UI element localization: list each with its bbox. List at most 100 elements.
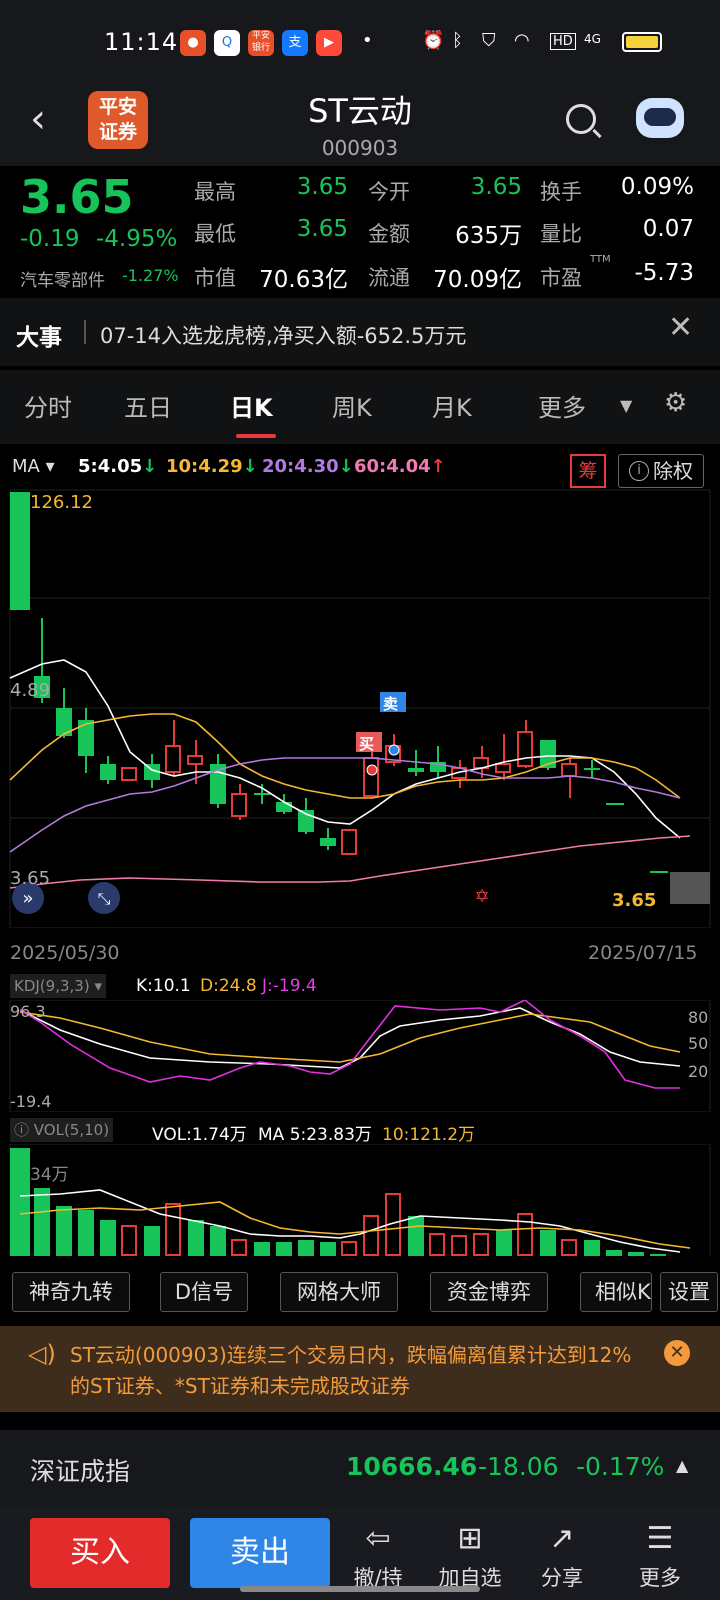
last-price-label: 3.65: [612, 890, 657, 911]
news-text[interactable]: 07-14入选龙虎榜,净买入额-652.5万元: [100, 320, 466, 350]
tool-magic-nine[interactable]: 神奇九转: [12, 1272, 130, 1312]
video-app-icon: ▶: [316, 30, 342, 56]
sell-point-marker: [388, 744, 400, 756]
ma20-value: 20:4.30↓: [262, 456, 354, 477]
sector-name[interactable]: 汽车零部件: [20, 266, 105, 291]
price-change: -0.19: [20, 226, 80, 252]
tab-month-k[interactable]: 月K: [432, 388, 472, 423]
pe-label: 市盈: [540, 266, 582, 290]
tab-week-k[interactable]: 周K: [332, 388, 372, 423]
candle: [121, 767, 137, 781]
gear-icon[interactable]: ⚙: [664, 388, 687, 418]
vol-ma5: MA 5:23.83万: [258, 1125, 372, 1145]
price-change-pct: -4.95%: [96, 226, 178, 252]
kdj-selector[interactable]: KDJ(9,3,3) ▾: [10, 974, 106, 998]
double-chevron-icon: »: [22, 888, 33, 909]
tab-day-k[interactable]: 日K: [230, 388, 273, 423]
candle: [495, 763, 511, 773]
chart-grid: [9, 489, 711, 928]
info-icon: ⓘ: [14, 1121, 34, 1139]
chevron-up-icon[interactable]: ▲: [676, 1456, 688, 1475]
current-price: 3.65: [20, 170, 134, 224]
vol-selector[interactable]: ⓘ VOL(5,10): [10, 1118, 114, 1142]
home-indicator: [240, 1586, 480, 1592]
float-cap-label: 流通: [368, 266, 410, 290]
start-date: 2025/05/30: [10, 942, 120, 964]
add-watchlist-icon: ⊞: [457, 1521, 483, 1556]
low-label: 最低: [194, 222, 236, 246]
bank-app-icon: 平安 银行: [248, 30, 274, 56]
open-label: 今开: [368, 180, 410, 204]
kdj-k-line: [19, 1007, 681, 1069]
sell-marker-label: 卖: [383, 695, 399, 713]
chip-distribution-button[interactable]: 筹: [570, 454, 606, 488]
sell-button[interactable]: 卖出: [190, 1518, 330, 1588]
kdj-level-80: 80: [688, 1008, 709, 1027]
active-tab-indicator: [236, 434, 276, 438]
dot-icon: •: [362, 30, 373, 51]
candle: [78, 720, 94, 756]
close-icon[interactable]: ✕: [664, 1340, 690, 1366]
volume-chart[interactable]: [0, 1144, 720, 1256]
kdj-chart[interactable]: [0, 1000, 720, 1112]
clock: 11:14: [104, 28, 179, 56]
ma-selector[interactable]: MA ▾: [12, 456, 55, 477]
more-icon: ☰: [646, 1521, 674, 1556]
tool-fund-game[interactable]: 资金博弈: [430, 1272, 548, 1312]
kdj-level-20: 20: [688, 1062, 709, 1081]
latest-price-block: [670, 872, 710, 904]
buy-button[interactable]: 买入: [30, 1518, 170, 1588]
cancel-hold-button[interactable]: ⇦ 撤/持: [338, 1520, 418, 1592]
close-icon[interactable]: ✕: [668, 310, 693, 345]
bluetooth-icon: ᛒ: [452, 30, 463, 51]
info-icon: i: [629, 461, 649, 481]
search-icon[interactable]: [566, 104, 596, 134]
tool-grid-master[interactable]: 网格大师: [280, 1272, 398, 1312]
add-watchlist-button[interactable]: ⊞ 加自选: [430, 1520, 510, 1592]
candle: [561, 763, 577, 777]
index-change: -18.06: [478, 1452, 559, 1481]
candle: [100, 764, 116, 780]
candle: [276, 802, 292, 812]
news-divider: [84, 320, 86, 344]
turnover-value: 0.09%: [620, 174, 694, 200]
axis-top-label: 4.89: [10, 680, 51, 701]
tool-settings[interactable]: 设置: [660, 1272, 718, 1312]
tab-more[interactable]: 更多: [538, 388, 586, 423]
ma10-value: 10:4.29↓: [166, 456, 258, 477]
wifi-icon: ◠: [514, 30, 530, 51]
ma5-value: 5:4.05↓: [78, 456, 158, 477]
low-value: 3.65: [296, 216, 348, 242]
vol-value: VOL:1.74万: [152, 1125, 247, 1145]
chevron-down-icon[interactable]: ▼: [620, 396, 632, 415]
news-title: 大事: [16, 325, 62, 351]
vol-axis-label: 34万: [30, 1165, 69, 1185]
market-cap-label: 市值: [194, 266, 236, 290]
shield-icon: ⛉: [482, 30, 496, 51]
ex-rights-button[interactable]: i 除权: [618, 454, 704, 488]
status-bar: 11:14 ● Q 平安 银行 支 ▶ • ⏰ ᛒ ⛉ ◠ HD 4G: [0, 0, 720, 88]
share-icon: ↗: [549, 1521, 575, 1556]
tab-five-day[interactable]: 五日: [124, 388, 172, 423]
float-cap-value: 70.09亿: [433, 267, 522, 293]
alarm-icon: ⏰: [422, 30, 445, 51]
buy-point-marker: [366, 764, 378, 776]
battery-icon: [622, 32, 662, 52]
tool-d-signal[interactable]: D信号: [160, 1272, 248, 1312]
stock-code: 000903: [321, 136, 399, 160]
vol-ma10: 10:121.2万: [382, 1125, 476, 1145]
index-name: 深证成指: [30, 1457, 131, 1486]
end-date: 2025/07/15: [588, 942, 698, 964]
tab-intraday[interactable]: 分时: [24, 388, 72, 423]
notice-text: ST云动(000903)连续三个交易日内，跌幅偏离值累计达到12%的ST证券、*…: [70, 1343, 632, 1398]
assistant-robot-icon[interactable]: [636, 98, 684, 138]
axis-bottom-label: 3.65: [10, 868, 51, 889]
market-cap-value: 70.63亿: [259, 267, 348, 293]
share-button[interactable]: ↗ 分享: [522, 1520, 602, 1592]
candlestick-chart[interactable]: ✡ » ⤡: [0, 488, 720, 928]
candle: [408, 768, 424, 772]
candle: [10, 492, 30, 610]
kdj-k: K:10.1: [136, 976, 191, 996]
tool-similar-k[interactable]: 相似K: [580, 1272, 652, 1312]
more-button[interactable]: ☰ 更多: [620, 1520, 700, 1592]
